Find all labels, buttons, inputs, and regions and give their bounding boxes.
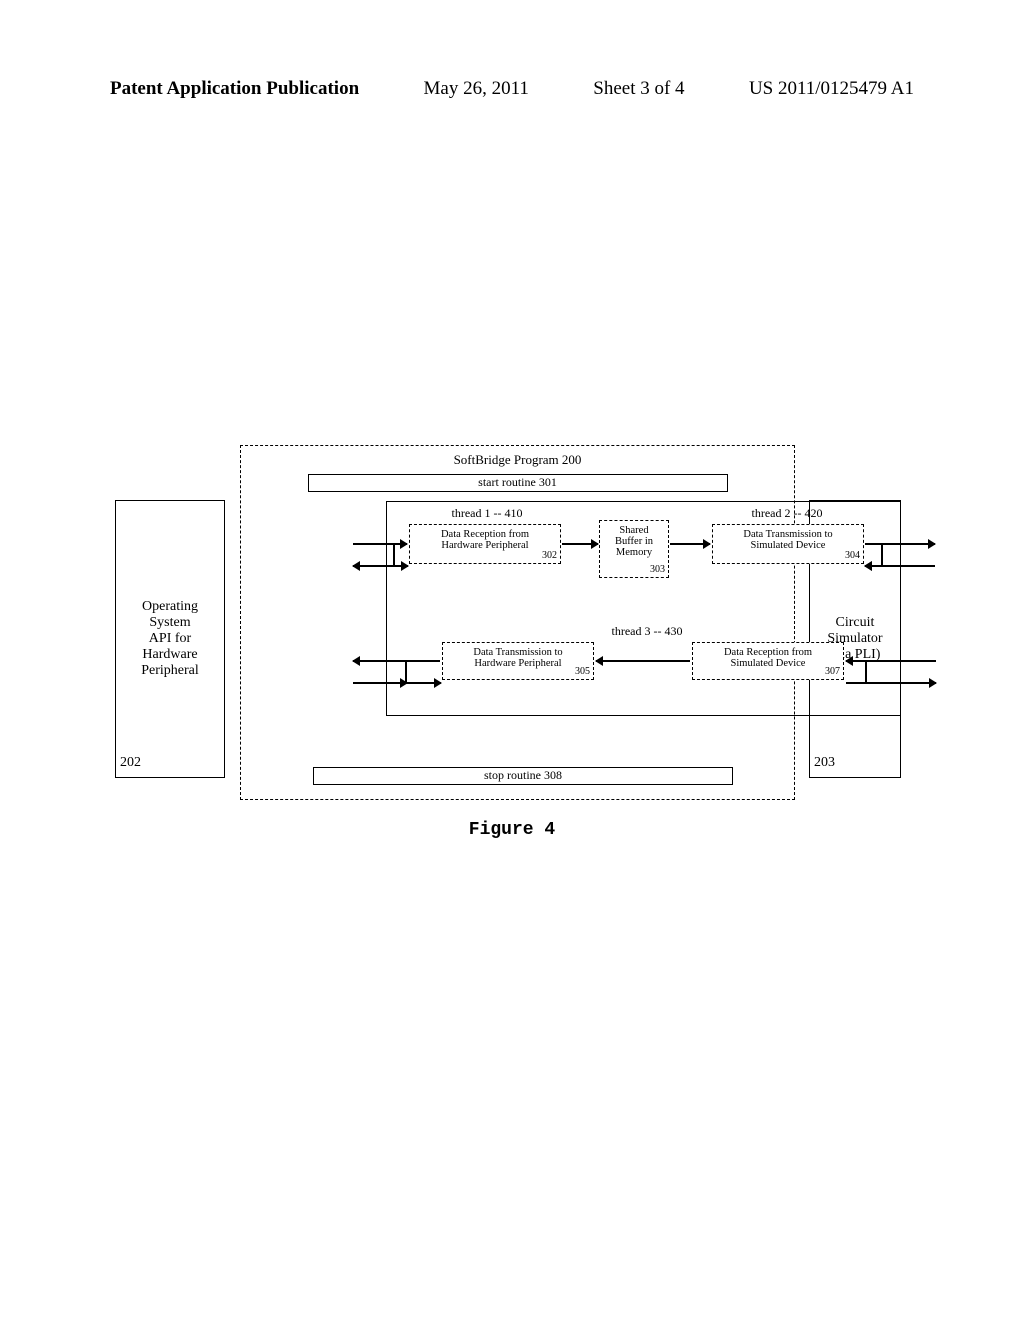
softbridge-title: SoftBridge Program 200 [241,452,794,468]
circuit-simulator-num: 203 [814,755,835,771]
arrow-303-to-304 [670,543,710,545]
header-date: May 26, 2011 [424,78,529,100]
arrow-api-to-302 [353,543,407,545]
block-305-num: 305 [575,666,590,677]
thread1-label: thread 1 -- 410 [442,506,532,521]
mainflow-box: thread 1 -- 410 thread 2 -- 420 thread 3… [386,501,901,716]
stop-routine: stop routine 308 [313,767,733,785]
block-303-num: 303 [650,564,665,575]
thread2-label: thread 2 -- 420 [742,506,832,521]
figure-caption: Figure 4 [0,820,1024,840]
block-304: Data Transmission to Simulated Device 30… [712,524,864,564]
block-302-num: 302 [542,550,557,561]
block-307: Data Reception from Simulated Device 307 [692,642,844,680]
block-305: Data Transmission to Hardware Peripheral… [442,642,594,680]
vline-right-bottom [865,660,867,684]
arrow-307-to-305 [596,660,690,662]
os-api-num: 202 [120,755,141,771]
arrow-307-to-sim [846,682,936,684]
arrow-sim-to-307 [846,660,936,662]
header-sheet: Sheet 3 of 4 [593,78,684,100]
arrow-305-to-api [353,660,440,662]
vline-left-bottom [405,660,407,684]
block-303: Shared Buffer in Memory 303 [599,520,669,578]
os-api-box: Operating System API for Hardware Periph… [115,500,225,778]
arrow-vline-305 [405,682,441,684]
block-304-num: 304 [845,550,860,561]
block-302: Data Reception from Hardware Peripheral … [409,524,561,564]
block-305-text: Data Transmission to Hardware Peripheral [443,643,593,669]
arrow-302-to-api [353,565,395,567]
vline-left-top [393,543,395,567]
page-header: Patent Application Publication May 26, 2… [110,78,914,100]
block-302-text: Data Reception from Hardware Peripheral [410,525,560,551]
thread3-label: thread 3 -- 430 [597,624,697,639]
arrow-302-to-303 [562,543,598,545]
block-307-num: 307 [825,666,840,677]
softbridge-container: SoftBridge Program 200 start routine 301… [240,445,795,800]
start-routine: start routine 301 [308,474,728,492]
vline-right-top [881,543,883,567]
figure-diagram: Operating System API for Hardware Periph… [115,445,905,845]
block-307-text: Data Reception from Simulated Device [693,643,843,669]
block-304-text: Data Transmission to Simulated Device [713,525,863,551]
arrow-vline-to-302b [393,565,408,567]
header-publication: Patent Application Publication [110,78,359,100]
block-303-text: Shared Buffer in Memory [600,521,668,558]
arrow-vline-to-304b [865,565,883,567]
arrow-api-to-305b [353,682,407,684]
header-docnumber: US 2011/0125479 A1 [749,78,914,100]
os-api-label: Operating System API for Hardware Periph… [141,599,199,679]
arrow-304-to-sim [865,543,935,545]
